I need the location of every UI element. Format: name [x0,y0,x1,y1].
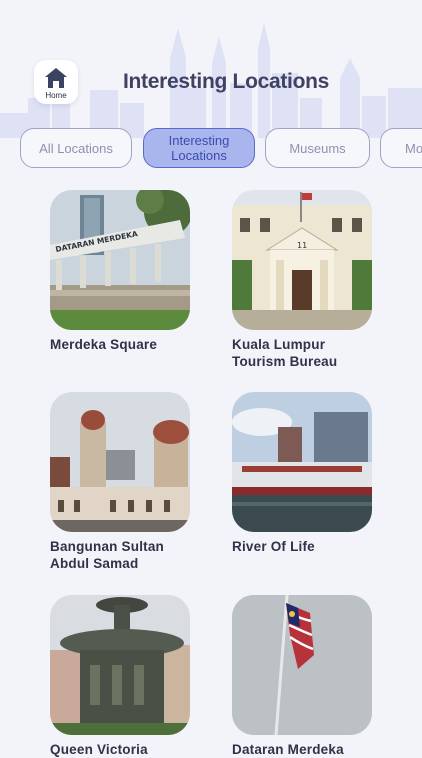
bureau-number: 11 [297,241,307,250]
location-photo [232,392,372,532]
location-name: River Of Life [232,539,315,554]
location-photo [50,595,190,735]
location-card-river-of-life[interactable]: River Of Life [232,392,372,555]
tab-museums[interactable]: Museums [265,128,370,168]
location-card-sultan-abdul-samad[interactable]: Bangunan Sultan Abdul Samad [50,392,190,572]
tab-more[interactable]: Mo [380,128,422,168]
location-name: Bangunan Sultan Abdul Samad [50,539,164,571]
category-tabs: All Locations Interesting Locations Muse… [20,128,422,172]
location-name: Merdeka Square [50,337,158,352]
tab-all-locations[interactable]: All Locations [20,128,132,168]
page-title: Interesting Locations [122,70,330,93]
tab-interesting-locations[interactable]: Interesting Locations [143,128,255,168]
location-photo [232,595,372,735]
location-card-queen-victoria[interactable]: Queen Victoria [50,595,190,758]
location-card-merdeka-square[interactable]: DATARAN MERDEKA Merdeka Square [50,190,190,353]
location-photo: DATARAN MERDEKA [50,190,190,330]
location-photo [50,392,190,532]
location-name: Kuala Lumpur Tourism Bureau [232,337,338,369]
location-card-dataran-merdeka[interactable]: Dataran Merdeka [232,595,372,758]
location-photo: 11 [232,190,372,330]
location-card-tourism-bureau[interactable]: 11 Kuala Lumpur Tourism Bureau [232,190,372,370]
